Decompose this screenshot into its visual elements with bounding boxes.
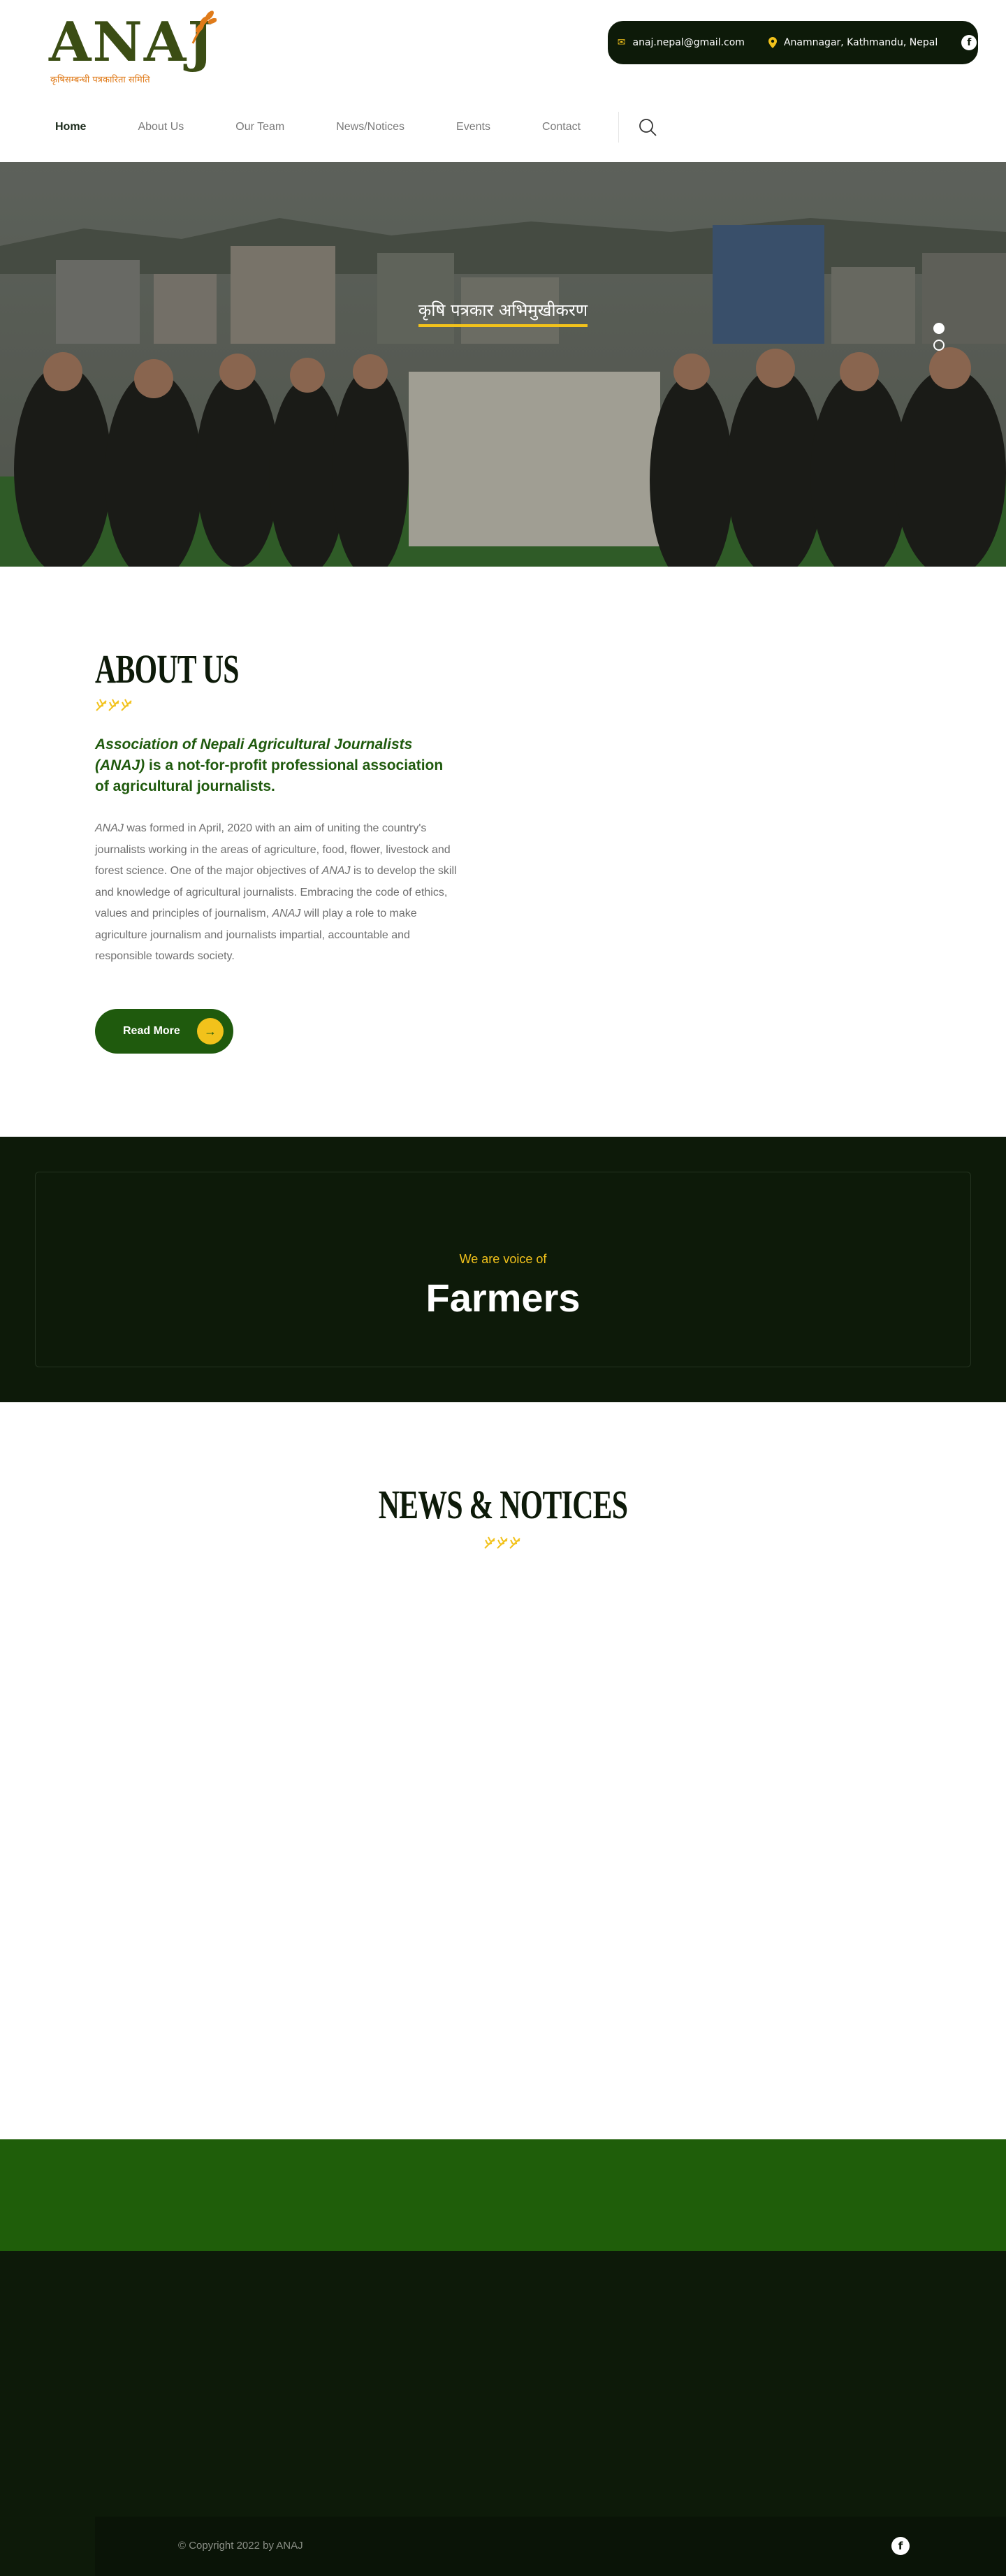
- copyright-text: © Copyright 2022 by ANAJ: [178, 2540, 303, 2552]
- logo-tagline: कृषिसम्बन्धी पत्रकारिता समिति: [50, 75, 150, 85]
- address-text: Anamnagar, Kathmandu, Nepal: [783, 37, 938, 48]
- read-more-button[interactable]: Read More →: [95, 1009, 233, 1054]
- read-more-label: Read More: [123, 1025, 180, 1037]
- slider-dot-2[interactable]: [933, 340, 945, 351]
- search-button[interactable]: [637, 117, 658, 138]
- email-contact[interactable]: ✉ anaj.nepal@gmail.com: [618, 37, 745, 48]
- address-contact: Anamnagar, Kathmandu, Nepal: [768, 37, 938, 48]
- contact-bar: ✉ anaj.nepal@gmail.com Anamnagar, Kathma…: [608, 21, 978, 64]
- about-lead: Association of Nepali Agricultural Journ…: [95, 734, 458, 797]
- hero-slider: कृषि पत्रकार अभिमुखीकरण: [0, 162, 1006, 567]
- green-band: [0, 2139, 1006, 2251]
- nav-item-events[interactable]: Events: [439, 121, 507, 133]
- facebook-icon[interactable]: f: [961, 35, 977, 50]
- abbr-anaj: ANAJ: [321, 865, 351, 877]
- email-text: anaj.nepal@gmail.com: [632, 37, 745, 48]
- hero-caption-text: कृषि पत्रकार अभिमुखीकरण: [418, 298, 588, 327]
- mail-icon: ✉: [617, 37, 626, 48]
- map-pin-icon: [768, 37, 777, 48]
- lead-text: is a not-for-profit professional associa…: [95, 757, 444, 794]
- nav-item-our-team[interactable]: Our Team: [219, 121, 301, 133]
- nav-divider: [618, 112, 620, 143]
- nav-item-news-notices[interactable]: News/Notices: [319, 121, 421, 133]
- voice-kicker: We are voice of: [459, 1252, 547, 1266]
- site-header: ANAJ कृषिसम्बन्धी पत्रकारिता समिति ✉ ana…: [0, 0, 1006, 162]
- footer-area: [0, 2251, 1006, 2517]
- voice-title: Farmers: [425, 1276, 581, 1320]
- site-logo[interactable]: ANAJ कृषिसम्बन्धी पत्रकारिता समिति: [49, 10, 217, 87]
- abbr-anaj: ANAJ: [95, 822, 124, 834]
- main-nav: Home About Us Our Team News/Notices Even…: [38, 112, 658, 143]
- voice-banner: We are voice of Farmers: [0, 1137, 1006, 1402]
- hero-group-photo: [0, 162, 1006, 567]
- wheat-icon: [191, 10, 217, 44]
- wheat-icon: [484, 1536, 520, 1549]
- news-section: NEWS & NOTICES: [0, 1402, 1006, 2139]
- nav-item-contact[interactable]: Contact: [525, 121, 597, 133]
- wheat-divider: [483, 1534, 521, 1550]
- about-title: ABOUT US: [95, 646, 240, 692]
- facebook-icon[interactable]: f: [891, 2537, 910, 2555]
- footer-bar: © Copyright 2022 by ANAJ f: [0, 2517, 1006, 2576]
- nav-item-home[interactable]: Home: [38, 121, 103, 133]
- arrow-right-icon: →: [197, 1018, 224, 1045]
- wheat-icon: [96, 699, 132, 711]
- wheat-divider: [95, 697, 133, 712]
- abbr-anaj: ANAJ: [272, 908, 301, 919]
- about-section: ABOUT US Association of Nepali Agricultu…: [0, 567, 1006, 1137]
- news-title: NEWS & NOTICES: [378, 1482, 628, 1527]
- footer-inner: © Copyright 2022 by ANAJ f: [95, 2517, 1006, 2576]
- slider-dots: [933, 323, 945, 351]
- nav-item-about-us[interactable]: About Us: [121, 121, 201, 133]
- voice-box: We are voice of Farmers: [35, 1172, 971, 1367]
- slider-dot-1[interactable]: [933, 323, 945, 334]
- about-body: ANAJ was formed in April, 2020 with an a…: [95, 818, 458, 968]
- search-icon: [639, 119, 657, 136]
- hero-caption: कृषि पत्रकार अभिमुखीकरण: [0, 298, 1006, 327]
